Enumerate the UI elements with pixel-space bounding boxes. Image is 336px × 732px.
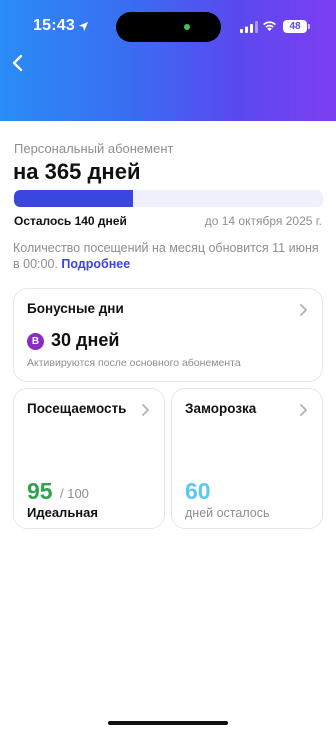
bonus-days-card[interactable]: Бонусные дни B 30 дней Активируются посл…	[13, 288, 323, 382]
attendance-title: Посещаемость	[27, 401, 127, 416]
signal-icon	[240, 21, 258, 33]
header-gradient: 15:43 48	[0, 0, 336, 121]
bonus-badge-icon: B	[27, 333, 44, 350]
chevron-right-icon	[300, 304, 307, 316]
expiry-date: до 14 октября 2025 г.	[204, 214, 322, 228]
dynamic-island	[116, 12, 221, 42]
days-remaining: Осталось 140 дней	[14, 214, 127, 228]
attendance-label: Идеальная	[27, 505, 98, 520]
chevron-right-icon	[300, 404, 307, 416]
battery-tip	[308, 24, 310, 29]
back-chevron-icon[interactable]	[8, 50, 28, 76]
attendance-max: / 100	[60, 486, 89, 501]
more-details-link[interactable]: Подробнее	[61, 257, 130, 271]
bonus-days-note: Активируются после основного абонемента	[27, 357, 241, 369]
status-time: 15:43	[33, 17, 75, 34]
plan-type-label: Персональный абонемент	[14, 141, 174, 156]
attendance-card[interactable]: Посещаемость 95 / 100 Идеальная	[13, 388, 165, 529]
visits-refresh-text: Количество посещений на месяц обновится …	[13, 241, 319, 271]
status-bar: 15:43 48	[0, 0, 336, 52]
subscription-progress-bar	[14, 190, 323, 207]
subscription-content: Персональный абонемент на 365 дней Остал…	[0, 121, 336, 732]
freeze-days-value: 60	[185, 478, 211, 504]
freeze-title: Заморозка	[185, 401, 257, 416]
subscription-progress-fill	[14, 190, 133, 207]
bonus-days-value: 30 дней	[51, 330, 120, 350]
attendance-value: 95	[27, 478, 53, 504]
wifi-icon	[263, 21, 276, 32]
freeze-days-label: дней осталось	[185, 506, 270, 520]
visits-refresh-info: Количество посещений на месяц обновится …	[13, 240, 323, 272]
freeze-card[interactable]: Заморозка 60 дней осталось	[171, 388, 323, 529]
chevron-right-icon	[142, 404, 149, 416]
camera-indicator-dot	[184, 24, 190, 30]
home-indicator[interactable]	[108, 721, 228, 725]
bonus-days-title: Бонусные дни	[27, 301, 124, 316]
plan-title: на 365 дней	[13, 159, 141, 184]
battery-level: 48	[289, 21, 301, 32]
location-arrow-icon	[78, 21, 89, 32]
battery-icon: 48	[283, 20, 307, 33]
